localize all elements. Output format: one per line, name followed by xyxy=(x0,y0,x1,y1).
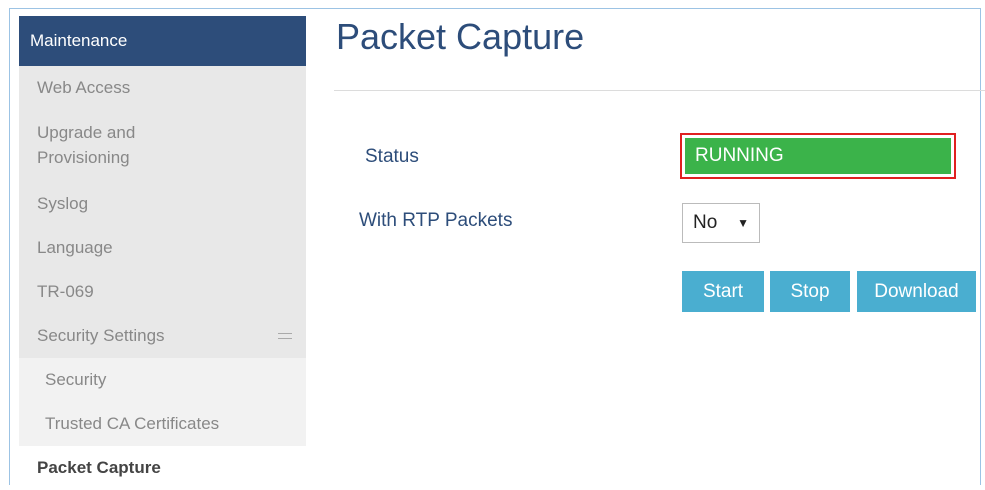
sidebar: Maintenance Web Access Upgrade and Provi… xyxy=(19,16,306,490)
sidebar-item-label: Security Settings xyxy=(37,326,165,345)
sidebar-item-language[interactable]: Language xyxy=(19,226,306,270)
sidebar-item-packet-capture[interactable]: Packet Capture xyxy=(19,446,306,490)
status-label: Status xyxy=(365,146,419,167)
sidebar-header-maintenance[interactable]: Maintenance xyxy=(19,16,306,66)
sidebar-item-security-settings[interactable]: Security Settings xyxy=(19,314,306,358)
status-highlight: RUNNING xyxy=(680,133,956,179)
sidebar-item-label-line1: Upgrade and xyxy=(37,123,136,142)
caret-down-icon: ▼ xyxy=(737,216,749,230)
sidebar-item-syslog[interactable]: Syslog xyxy=(19,182,306,226)
sidebar-item-tr069[interactable]: TR-069 xyxy=(19,270,306,314)
rtp-packets-label: With RTP Packets xyxy=(359,210,513,231)
rtp-packets-select[interactable]: No ▼ xyxy=(682,203,760,243)
sidebar-subitem-trusted-ca-certificates[interactable]: Trusted CA Certificates xyxy=(19,402,306,446)
rtp-packets-value: No xyxy=(693,212,718,233)
sidebar-item-label-line2: Provisioning xyxy=(37,148,130,167)
page-title: Packet Capture xyxy=(336,16,585,57)
sidebar-item-upgrade-provisioning[interactable]: Upgrade and Provisioning xyxy=(19,110,306,182)
status-badge: RUNNING xyxy=(685,138,951,174)
sidebar-subitem-security[interactable]: Security xyxy=(19,358,306,402)
sidebar-item-web-access[interactable]: Web Access xyxy=(19,66,306,110)
stop-button[interactable]: Stop xyxy=(770,271,850,312)
divider xyxy=(334,90,985,91)
collapse-icon[interactable] xyxy=(278,333,292,339)
start-button[interactable]: Start xyxy=(682,271,764,312)
download-button[interactable]: Download xyxy=(857,271,976,312)
